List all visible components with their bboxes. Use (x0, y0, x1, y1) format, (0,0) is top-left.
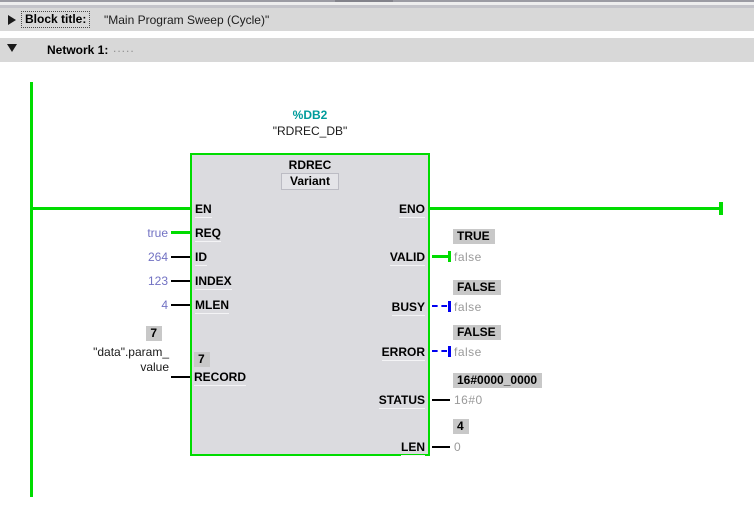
error-wire-dashed (432, 350, 447, 352)
pin-eno[interactable]: ENO (399, 202, 425, 218)
variant-type-dropdown[interactable]: Variant (281, 173, 339, 190)
record-operand-line2[interactable]: value (40, 360, 169, 374)
error-wire-endpoint[interactable] (448, 346, 451, 357)
power-rail (30, 82, 33, 497)
record-operand-line1[interactable]: "data".param_ (40, 345, 169, 359)
valid-operand[interactable]: false (454, 250, 482, 264)
busy-monitor-value: FALSE (453, 280, 501, 295)
len-monitor-value: 4 (453, 419, 469, 434)
index-operand-value[interactable]: 123 (40, 274, 168, 288)
pin-status[interactable]: STATUS (379, 393, 425, 409)
mlen-operand-value[interactable]: 4 (40, 298, 168, 312)
busy-operand[interactable]: false (454, 300, 482, 314)
id-wire (171, 256, 190, 258)
variant-type-wrap: Variant (190, 173, 430, 190)
valid-wire-endpoint[interactable] (448, 251, 451, 262)
record-inner-monitor-value: 7 (194, 352, 210, 367)
expander-collapsed-icon[interactable] (8, 15, 16, 25)
expander-expanded-icon[interactable] (7, 44, 17, 52)
record-wire (171, 376, 190, 378)
pin-error[interactable]: ERROR (382, 345, 425, 361)
block-type-title[interactable]: RDREC (190, 158, 430, 172)
pin-req[interactable]: REQ (195, 226, 221, 242)
eno-wire (430, 207, 720, 210)
valid-wire (432, 255, 448, 258)
len-wire (432, 446, 450, 448)
network-title[interactable]: Network 1: (47, 43, 108, 57)
error-monitor-value: FALSE (453, 325, 501, 340)
pin-id[interactable]: ID (195, 250, 207, 266)
lad-editor-canvas: Block title: "Main Program Sweep (Cycle)… (0, 0, 754, 524)
record-monitor-value: 7 (146, 326, 162, 341)
network-comment-placeholder[interactable]: ..... (113, 41, 135, 55)
valid-monitor-value: TRUE (453, 229, 495, 244)
pin-busy[interactable]: BUSY (392, 300, 425, 316)
index-wire (171, 280, 190, 282)
busy-wire-dashed (432, 305, 447, 307)
pin-index[interactable]: INDEX (195, 274, 232, 290)
status-wire (432, 399, 450, 401)
status-operand[interactable]: 16#0 (454, 393, 483, 407)
busy-wire-endpoint[interactable] (448, 301, 451, 312)
id-operand-value[interactable]: 264 (40, 250, 168, 264)
error-operand[interactable]: false (454, 345, 482, 359)
pin-mlen[interactable]: MLEN (195, 298, 229, 314)
req-wire (171, 231, 190, 234)
instance-db-name[interactable]: "RDREC_DB" (190, 124, 430, 138)
pin-record[interactable]: RECORD (194, 370, 246, 386)
block-title-value[interactable]: "Main Program Sweep (Cycle)" (104, 13, 269, 27)
block-title-label[interactable]: Block title: (21, 11, 90, 28)
len-operand[interactable]: 0 (454, 440, 461, 454)
instance-db-address[interactable]: %DB2 (190, 108, 430, 122)
pin-len[interactable]: LEN (401, 440, 425, 456)
req-operand-value[interactable]: true (40, 226, 168, 240)
pin-valid[interactable]: VALID (390, 250, 425, 266)
mlen-wire (171, 304, 190, 306)
pin-en[interactable]: EN (195, 202, 212, 218)
status-monitor-value: 16#0000_0000 (453, 373, 542, 388)
eno-wire-endpoint[interactable] (719, 202, 723, 215)
en-wire (33, 207, 190, 210)
